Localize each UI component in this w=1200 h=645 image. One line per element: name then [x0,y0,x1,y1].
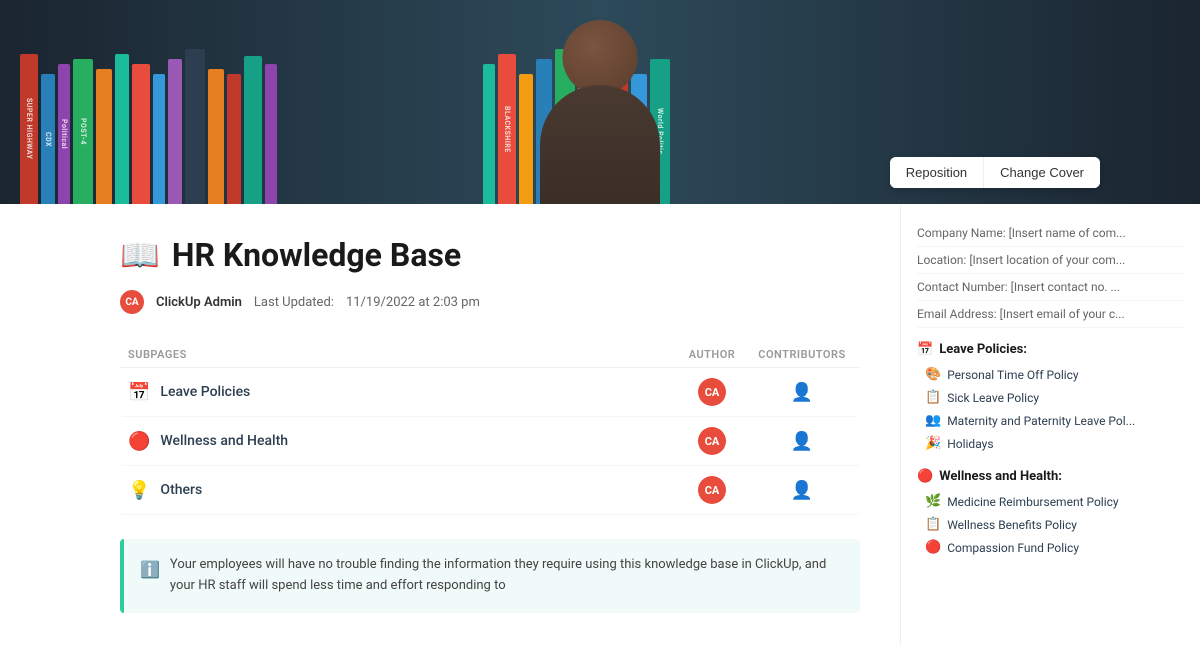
info-box-text: Your employees will have no trouble find… [170,555,844,597]
author-avatar: CA [120,290,144,314]
info-icon: ℹ️ [140,557,160,597]
author-avatar-0: CA [698,378,726,406]
author-avatar-2: CA [698,476,726,504]
leave-section-title: Leave Policies: [939,342,1027,357]
medicine-icon: 🌿 [925,494,941,509]
subpages-header: Subpages Author Contributors [120,342,860,368]
holidays-icon: 🎉 [925,436,941,451]
medicine-label: Medicine Reimbursement Policy [947,495,1118,509]
subpage-icon-1: 🔴 [128,431,150,452]
col-subpages-label: Subpages [128,348,672,361]
contributor-icon-1: 👤 [791,431,813,452]
sidebar-location: Location: [Insert location of your com..… [917,247,1184,274]
subpage-row[interactable]: 💡 Others CA 👤 [120,466,860,515]
main-content: 📖 HR Knowledge Base CA ClickUp Admin Las… [0,204,900,645]
col-author-label: Author [672,348,752,361]
sidebar-wellness-section: 🔴 Wellness and Health: [917,469,1184,484]
compassion-fund-icon: 🔴 [925,540,941,555]
sidebar-link-sick-leave[interactable]: 📋 Sick Leave Policy [917,386,1184,409]
page-title-row: 📖 HR Knowledge Base [120,236,860,274]
subpage-name-2: Others [160,482,202,498]
holidays-label: Holidays [947,437,993,451]
meta-row: CA ClickUp Admin Last Updated: 11/19/202… [120,290,860,314]
subpage-name-1: Wellness and Health [160,433,288,449]
change-cover-button[interactable]: Change Cover [984,157,1100,188]
personal-time-off-icon: 🎨 [925,367,941,382]
sidebar-link-wellness-benefits[interactable]: 📋 Wellness Benefits Policy [917,513,1184,536]
page-title: HR Knowledge Base [172,236,461,274]
wellness-section-title: Wellness and Health: [939,469,1062,484]
sidebar-leave-section: 📅 Leave Policies: [917,342,1184,357]
wellness-section-icon: 🔴 [917,469,933,484]
author-avatar-1: CA [698,427,726,455]
wellness-benefits-icon: 📋 [925,517,941,532]
info-box: ℹ️ Your employees will have no trouble f… [120,539,860,613]
reposition-button[interactable]: Reposition [890,157,984,188]
hero-action-buttons: Reposition Change Cover [890,157,1100,188]
subpage-icon-2: 💡 [128,480,150,501]
maternity-label: Maternity and Paternity Leave Pol... [947,414,1135,428]
sidebar: Company Name: [Insert name of com... Loc… [900,204,1200,645]
wellness-benefits-label: Wellness Benefits Policy [947,518,1077,532]
sick-leave-icon: 📋 [925,390,941,405]
sidebar-link-maternity[interactable]: 👥 Maternity and Paternity Leave Pol... [917,409,1184,432]
sidebar-link-personal-time-off[interactable]: 🎨 Personal Time Off Policy [917,363,1184,386]
sidebar-company-name: Company Name: [Insert name of com... [917,220,1184,247]
sidebar-email: Email Address: [Insert email of your c..… [917,301,1184,328]
compassion-fund-label: Compassion Fund Policy [947,541,1079,555]
subpage-icon-0: 📅 [128,382,150,403]
leave-section-icon: 📅 [917,342,933,357]
hero-cover: SUPER HIGHWAY CDX Political POST-4 BLACK… [0,0,1200,204]
subpage-row[interactable]: 📅 Leave Policies CA 👤 [120,368,860,417]
personal-time-off-label: Personal Time Off Policy [947,368,1078,382]
subpage-row[interactable]: 🔴 Wellness and Health CA 👤 [120,417,860,466]
sidebar-link-holidays[interactable]: 🎉 Holidays [917,432,1184,455]
subpage-name-0: Leave Policies [160,384,250,400]
sidebar-link-medicine[interactable]: 🌿 Medicine Reimbursement Policy [917,490,1184,513]
sick-leave-label: Sick Leave Policy [947,391,1039,405]
contributor-icon-0: 👤 [791,382,813,403]
maternity-icon: 👥 [925,413,941,428]
contributor-icon-2: 👤 [791,480,813,501]
sidebar-link-compassion-fund[interactable]: 🔴 Compassion Fund Policy [917,536,1184,559]
page-icon: 📖 [120,236,160,274]
sidebar-contact: Contact Number: [Insert contact no. ... [917,274,1184,301]
last-updated-value: 11/19/2022 at 2:03 pm [346,295,480,310]
author-name: ClickUp Admin [156,295,242,310]
col-contributors-label: Contributors [752,348,852,361]
last-updated-label: Last Updated: [254,295,334,310]
subpages-section: Subpages Author Contributors 📅 Leave Pol… [120,342,860,515]
